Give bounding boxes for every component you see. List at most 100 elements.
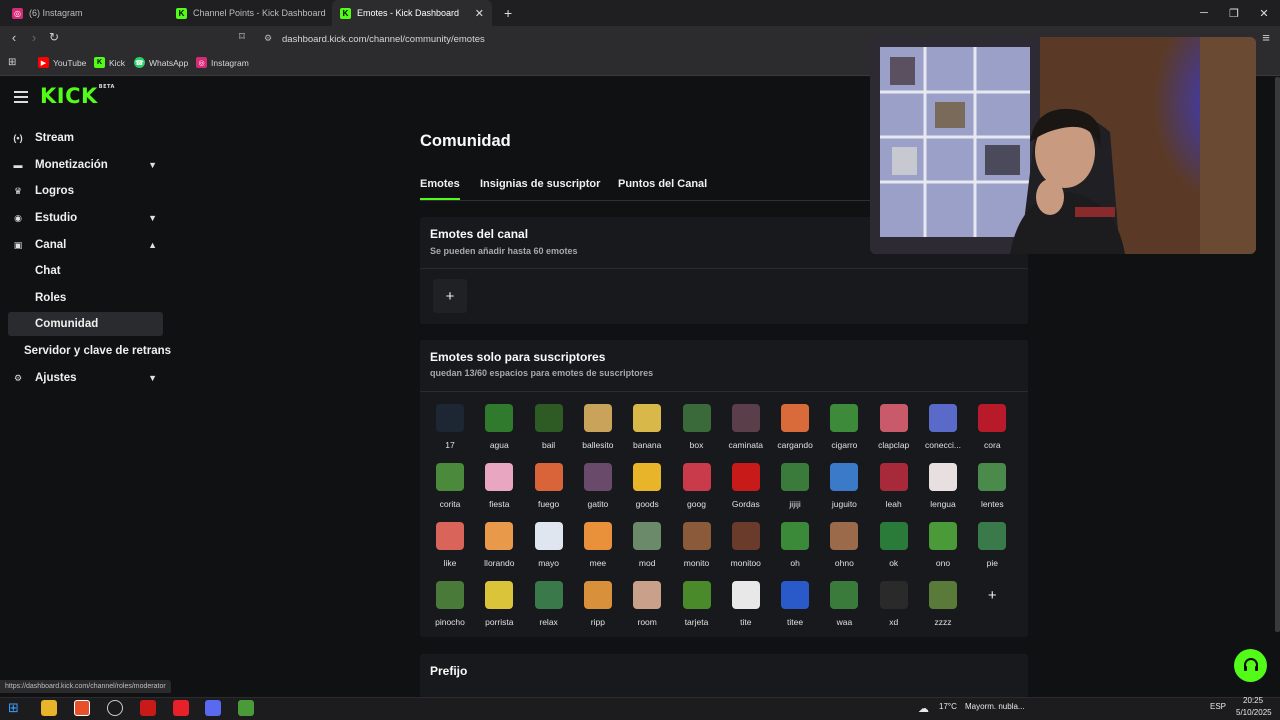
emote-name: ripp	[590, 617, 605, 627]
emote-item[interactable]: bail	[529, 404, 569, 450]
bookmark-youtube[interactable]: ▶ YouTube	[38, 57, 86, 68]
emote-item[interactable]: ohno	[824, 522, 864, 568]
close-tab-icon[interactable]: ✕	[475, 7, 484, 20]
hamburger-menu-icon[interactable]	[14, 91, 28, 103]
sidebar-item-roles[interactable]: Roles	[8, 286, 163, 310]
support-chat-button[interactable]	[1234, 649, 1267, 682]
emote-item[interactable]: pinocho	[430, 581, 470, 627]
tab-subscriber-badges[interactable]: Insignias de suscriptor	[480, 178, 600, 190]
emote-item[interactable]: tarjeta	[677, 581, 717, 627]
brave-browser-icon[interactable]	[74, 700, 90, 716]
bookmark-instagram[interactable]: ◎ Instagram	[196, 57, 249, 68]
add-channel-emote-button[interactable]: +	[433, 279, 467, 313]
sidebar-item-studio[interactable]: ◉ Estudio ▼	[8, 206, 163, 230]
emote-item[interactable]: llorando	[479, 522, 519, 568]
emote-item[interactable]: box	[677, 404, 717, 450]
kick-logo[interactable]: KICKBETA	[40, 84, 115, 108]
bookmark-kick[interactable]: K Kick	[94, 57, 125, 68]
new-tab-button[interactable]: +	[496, 0, 516, 26]
browser-tab-emotes[interactable]: K Emotes - Kick Dashboard ✕	[332, 0, 492, 26]
bookmark-whatsapp[interactable]: ☎ WhatsApp	[134, 57, 188, 68]
emote-item[interactable]: caminata	[726, 404, 766, 450]
emote-item[interactable]: relax	[529, 581, 569, 627]
emote-item[interactable]: ripp	[578, 581, 618, 627]
emote-item[interactable]: conecci...	[923, 404, 963, 450]
emote-item[interactable]: 17	[430, 404, 470, 450]
windows-start-icon[interactable]: ⊞	[8, 700, 24, 716]
minimize-icon[interactable]: ─	[1188, 0, 1220, 26]
sidebar-item-channel[interactable]: ▣ Canal ▲	[8, 233, 163, 257]
weather-text[interactable]: Mayorm. nubla...	[965, 702, 1025, 711]
discord-icon[interactable]	[205, 700, 221, 716]
emote-item[interactable]: mee	[578, 522, 618, 568]
forward-icon[interactable]: ›	[26, 30, 42, 45]
emote-item[interactable]: cargando	[775, 404, 815, 450]
emote-item[interactable]: leah	[874, 463, 914, 509]
emote-item[interactable]: monitoo	[726, 522, 766, 568]
restore-icon[interactable]: ❐	[1218, 0, 1250, 26]
page-scrollbar[interactable]	[1275, 77, 1280, 632]
emote-item[interactable]: ono	[923, 522, 963, 568]
emote-item[interactable]: goog	[677, 463, 717, 509]
emote-item[interactable]: porrista	[479, 581, 519, 627]
emote-item[interactable]: tite	[726, 581, 766, 627]
browser-tab-instagram[interactable]: ◎ (6) Instagram	[4, 0, 164, 26]
sidebar-item-stream[interactable]: (•) Stream	[8, 126, 163, 150]
emote-item[interactable]: pie	[972, 522, 1012, 568]
emote-item[interactable]: mod	[627, 522, 667, 568]
sidebar-item-stream-server[interactable]: Servidor y clave de retrans	[8, 339, 178, 363]
bookmark-icon[interactable]: ⌑	[234, 30, 250, 43]
emote-item[interactable]: cora	[972, 404, 1012, 450]
emote-item[interactable]: ballesito	[578, 404, 618, 450]
clock-date[interactable]: 5/10/2025	[1236, 708, 1272, 717]
tab-channel-points[interactable]: Puntos del Canal	[618, 178, 707, 190]
emote-item[interactable]: like	[430, 522, 470, 568]
emote-item[interactable]: xd	[874, 581, 914, 627]
sidebar-item-settings[interactable]: ⚙ Ajustes ▼	[8, 366, 163, 390]
apps-grid-icon[interactable]: ⊞	[8, 57, 16, 68]
back-icon[interactable]: ‹	[6, 30, 22, 45]
browser-tab-channel-points[interactable]: K Channel Points - Kick Dashboard	[168, 0, 330, 26]
emote-item[interactable]: oh	[775, 522, 815, 568]
emote-item[interactable]: corita	[430, 463, 470, 509]
reload-icon[interactable]: ↻	[46, 30, 62, 44]
tab-emotes[interactable]: Emotes	[420, 178, 460, 200]
emote-item[interactable]: juguito	[824, 463, 864, 509]
emote-item[interactable]: fiesta	[479, 463, 519, 509]
site-info-icon[interactable]: ⚙	[264, 33, 272, 44]
sidebar-item-community[interactable]: Comunidad	[8, 312, 163, 336]
emote-item[interactable]: Gordas	[726, 463, 766, 509]
sidebar-item-achievements[interactable]: ♛ Logros	[8, 179, 163, 203]
close-window-icon[interactable]: ✕	[1248, 0, 1280, 26]
emote-item[interactable]: lentes	[972, 463, 1012, 509]
emote-item[interactable]: banana	[627, 404, 667, 450]
app-icon-red[interactable]	[140, 700, 156, 716]
file-explorer-icon[interactable]	[41, 700, 57, 716]
emote-item[interactable]: gatito	[578, 463, 618, 509]
sidebar-item-chat[interactable]: Chat	[8, 259, 163, 283]
emote-item[interactable]: mayo	[529, 522, 569, 568]
emote-item[interactable]: goods	[627, 463, 667, 509]
emote-item[interactable]: jijiji	[775, 463, 815, 509]
emote-item[interactable]: lengua	[923, 463, 963, 509]
obs-icon[interactable]	[107, 700, 123, 716]
clock-time[interactable]: 20:25	[1243, 696, 1263, 705]
emote-item[interactable]: ok	[874, 522, 914, 568]
emote-item[interactable]: room	[627, 581, 667, 627]
add-subscriber-emote-button[interactable]: +	[975, 578, 1009, 612]
emote-item[interactable]: agua	[479, 404, 519, 450]
browser-menu-icon[interactable]: ≡	[1258, 30, 1274, 45]
emote-item[interactable]: monito	[677, 522, 717, 568]
emote-item[interactable]: clapclap	[874, 404, 914, 450]
emote-item[interactable]: fuego	[529, 463, 569, 509]
emote-item[interactable]: waa	[824, 581, 864, 627]
language-indicator[interactable]: ESP	[1210, 702, 1226, 711]
sidebar-item-monetization[interactable]: ▬ Monetización ▼	[8, 153, 163, 177]
url-field[interactable]: ⚙ dashboard.kick.com/channel/community/e…	[258, 29, 878, 49]
emote-item[interactable]: titee	[775, 581, 815, 627]
emote-item[interactable]: cigarro	[824, 404, 864, 450]
minecraft-icon[interactable]	[238, 700, 254, 716]
app-icon-stream[interactable]	[173, 700, 189, 716]
emote-name: pinocho	[435, 617, 465, 627]
emote-item[interactable]: zzzz	[923, 581, 963, 627]
